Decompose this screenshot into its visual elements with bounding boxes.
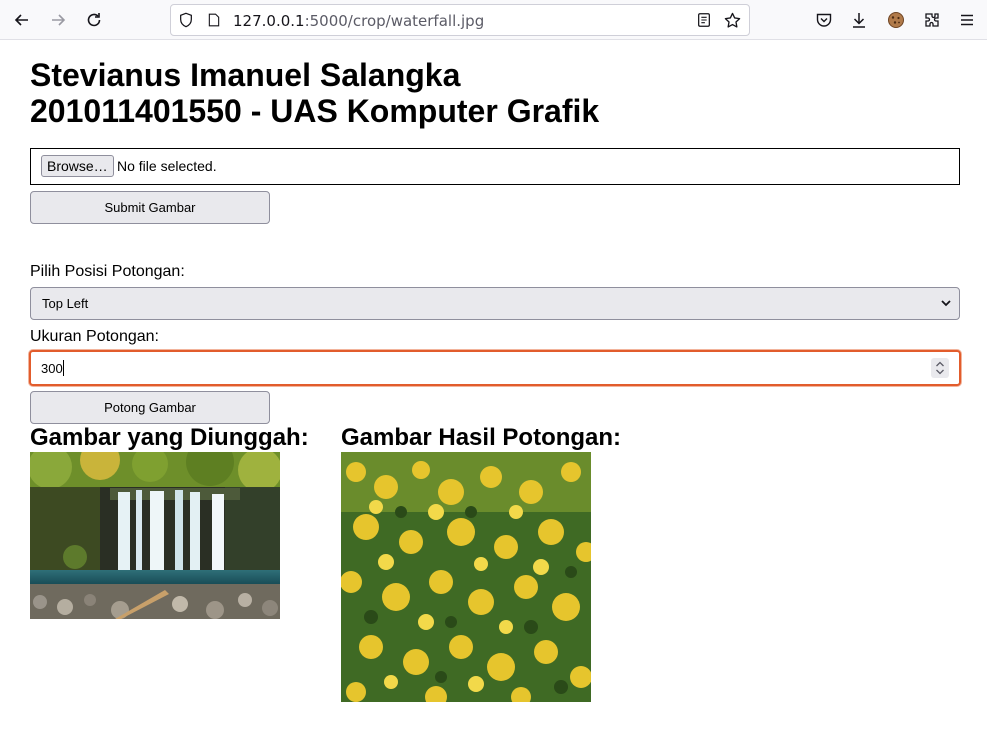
shield-icon[interactable] — [177, 11, 195, 29]
uploaded-image-heading: Gambar yang Diunggah: — [30, 424, 309, 451]
crop-image-button[interactable]: Potong Gambar — [30, 391, 270, 424]
hamburger-menu-icon — [961, 14, 973, 26]
crop-size-label: Ukuran Potongan: — [30, 328, 159, 345]
crop-position-value: Top Left — [42, 296, 89, 311]
reload-icon — [87, 13, 101, 27]
extensions-icon — [925, 13, 939, 27]
crop-size-input[interactable]: 300 — [29, 350, 961, 386]
title-subtitle: 201011401550 - UAS Komputer Grafik — [30, 93, 600, 129]
url-path: :5000/crop/waterfall.jpg — [304, 12, 485, 30]
reload-button[interactable] — [80, 6, 108, 34]
uploaded-image — [30, 452, 280, 619]
forward-button[interactable] — [44, 6, 72, 34]
cookie-button[interactable] — [882, 6, 910, 34]
spinner-arrows-icon — [936, 361, 944, 375]
file-status-text: No file selected. — [117, 158, 217, 174]
pocket-icon — [816, 13, 832, 27]
extensions-button[interactable] — [918, 6, 946, 34]
browse-button[interactable]: Browse… — [41, 155, 114, 177]
url-host: 127.0.0.1 — [233, 12, 305, 30]
text-caret — [63, 360, 64, 376]
pocket-button[interactable] — [810, 6, 838, 34]
browser-toolbar: 127.0.0.1:5000/crop/waterfall.jpg — [0, 0, 987, 40]
reader-view-icon[interactable] — [695, 11, 713, 29]
url-text[interactable]: 127.0.0.1:5000/crop/waterfall.jpg — [233, 12, 484, 30]
arrow-right-icon — [52, 14, 66, 26]
cookie-icon — [888, 12, 904, 28]
back-button[interactable] — [8, 6, 36, 34]
download-icon — [853, 13, 865, 28]
number-spinner[interactable] — [931, 358, 949, 378]
arrow-left-icon — [14, 14, 28, 26]
crop-size-value: 300 — [41, 361, 63, 376]
page-icon[interactable] — [205, 11, 223, 29]
chevron-down-icon — [941, 300, 951, 307]
title-name: Stevianus Imanuel Salangka — [30, 57, 461, 93]
star-icon[interactable] — [723, 11, 741, 29]
crop-position-select[interactable]: Top Left — [30, 287, 960, 320]
url-bar[interactable]: 127.0.0.1:5000/crop/waterfall.jpg — [170, 4, 750, 36]
cropped-image — [341, 452, 591, 702]
crop-position-label: Pilih Posisi Potongan: — [30, 263, 185, 280]
page-title: Stevianus Imanuel Salangka 201011401550 -… — [30, 57, 599, 129]
menu-button[interactable] — [953, 6, 981, 34]
cropped-image-heading: Gambar Hasil Potongan: — [341, 424, 622, 451]
downloads-button[interactable] — [845, 6, 873, 34]
submit-image-button[interactable]: Submit Gambar — [30, 191, 270, 224]
file-input[interactable]: Browse… No file selected. — [30, 148, 960, 185]
